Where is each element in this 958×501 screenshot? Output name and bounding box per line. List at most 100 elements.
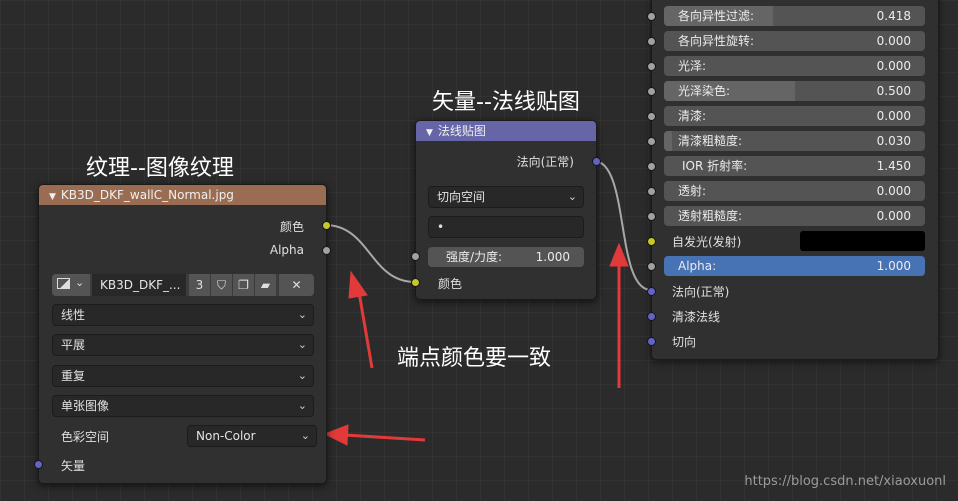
chevron-down-icon: ⌄ [297,308,307,321]
strength-value: 1.000 [535,250,570,264]
strength-label: 强度/力度: [446,250,503,264]
source-value: 单张图像 [61,399,110,413]
field-label: 各向异性旋转: [678,34,755,48]
space-dropdown[interactable]: 切向空间 ⌄ [428,186,584,208]
color-space-dropdown[interactable]: Non-Color ⌄ [187,425,317,447]
fake-user-shield-icon[interactable]: ⛉ [210,274,232,296]
alpha-label: Alpha: [678,259,717,273]
normal-map-node[interactable]: ▼ 法线贴图 法向(正常) 切向空间 ⌄ • 强度/力度: 1.000 颜色 [411,120,601,300]
normal-map-caption: 矢量--法线贴图 [432,90,580,115]
field-label: 透射粗糙度: [678,209,743,223]
color-space-label: 色彩空间 [61,430,110,444]
uv-map-value: • [437,220,445,234]
bsdf-value-field[interactable]: 各向异性旋转: 0.000 [664,31,925,51]
alpha-field[interactable]: Alpha: 1.000 [664,256,925,276]
input-socket[interactable] [647,12,656,21]
projection-value: 平展 [61,338,86,352]
interpolation-value: 线性 [61,308,86,322]
source-dropdown[interactable]: 单张图像 ⌄ [52,395,314,417]
normal-map-node-header[interactable]: ▼ 法线贴图 [416,121,596,141]
input-alpha-socket[interactable] [647,262,656,271]
field-label: 清漆: [678,109,707,123]
field-value: 0.000 [876,209,911,223]
principled-bsdf-node[interactable]: 各向异性过滤: 0.418 各向异性旋转: 0.000 光泽: 0.000 光泽染色: 0.5… [647,0,939,360]
input-socket[interactable] [647,112,656,121]
image-texture-node[interactable]: ▼ KB3D_DKF_wallC_Normal.jpg 颜色 Alpha ⌄ KB… [34,184,331,484]
chevron-down-icon: ⌄ [75,276,85,289]
projection-dropdown[interactable]: 平展 ⌄ [52,334,314,356]
bsdf-value-field[interactable]: 透射: 0.000 [664,181,925,201]
input-color-socket[interactable] [411,278,420,287]
space-value: 切向空间 [437,190,486,204]
input-socket[interactable] [647,187,656,196]
bsdf-value-field[interactable]: 光泽: 0.000 [664,56,925,76]
normal-map-title: 法线贴图 [437,124,486,138]
input-socket[interactable] [647,212,656,221]
chevron-down-icon: ⌄ [297,369,307,382]
input-vector-socket[interactable] [34,460,43,469]
input-normal-socket[interactable] [647,287,656,296]
collapse-arrow-icon[interactable]: ▼ [49,192,56,202]
unlink-close-icon[interactable]: ✕ [278,274,314,296]
input-socket[interactable] [647,37,656,46]
input-vector-label: 矢量 [61,459,86,473]
chevron-down-icon: ⌄ [297,399,307,412]
chevron-down-icon: ⌄ [567,190,577,203]
image-browse-button[interactable]: ⌄ [52,274,90,296]
user-count[interactable]: 3 [188,274,210,296]
bsdf-value-field[interactable]: 清漆: 0.000 [664,106,925,126]
emission-color-swatch[interactable] [800,231,925,251]
uv-map-field[interactable]: • [428,216,584,238]
field-value: 0.030 [876,134,911,148]
bsdf-value-field[interactable]: 清漆粗糙度: 0.030 [664,131,925,151]
image-texture-node-header[interactable]: ▼ KB3D_DKF_wallC_Normal.jpg [39,185,326,205]
field-label: IOR 折射率: [682,159,748,173]
input-strength-socket[interactable] [411,252,420,261]
folder-open-icon[interactable]: ▰ [254,274,276,296]
normal-input-label: 法向(正常) [672,285,730,299]
input-clearcoat-normal-socket[interactable] [647,312,656,321]
input-socket[interactable] [647,162,656,171]
clearcoat-normal-label: 清漆法线 [672,310,721,324]
arrow-pointing-to-color-space [323,424,426,446]
field-value: 0.418 [876,9,911,23]
input-socket[interactable] [647,87,656,96]
endpoint-color-note: 端点颜色要一致 [397,346,552,371]
extension-dropdown[interactable]: 重复 ⌄ [52,365,314,387]
image-icon [57,278,70,289]
input-tangent-socket[interactable] [647,337,656,346]
value-fill-bar [664,131,672,151]
duplicate-icon[interactable]: ❐ [232,274,254,296]
bsdf-value-field[interactable]: IOR 折射率: 1.450 [664,156,925,176]
input-socket[interactable] [647,62,656,71]
output-color-socket[interactable] [322,221,331,230]
image-texture-caption: 纹理--图像纹理 [86,156,234,181]
output-normal-label: 法向(正常) [516,155,574,169]
extension-value: 重复 [61,369,86,383]
output-alpha-socket[interactable] [322,246,331,255]
color-space-value: Non-Color [196,429,256,443]
field-label: 清漆粗糙度: [678,134,743,148]
image-selector-row: ⌄ KB3D_DKF_... 3 ⛉ ❐ ▰ ✕ [52,274,314,296]
field-label: 光泽染色: [678,84,731,98]
tangent-label: 切向 [672,335,697,349]
field-label: 透射: [678,184,707,198]
output-normal-socket[interactable] [592,157,601,166]
arrow-pointing-to-link-right [609,242,629,388]
field-label: 光泽: [678,59,707,73]
field-value: 0.500 [876,84,911,98]
collapse-arrow-icon[interactable]: ▼ [426,128,433,138]
interpolation-dropdown[interactable]: 线性 ⌄ [52,304,314,326]
input-color-label: 颜色 [438,277,463,291]
bsdf-value-field[interactable]: 光泽染色: 0.500 [664,81,925,101]
strength-field[interactable]: 强度/力度: 1.000 [428,247,584,267]
bsdf-value-field[interactable]: 透射粗糙度: 0.000 [664,206,925,226]
alpha-value: 1.000 [876,259,911,273]
output-alpha-label: Alpha [269,243,304,257]
image-name-field[interactable]: KB3D_DKF_... [92,274,186,296]
field-value: 0.000 [876,59,911,73]
chevron-down-icon: ⌄ [300,429,310,442]
input-emission-socket[interactable] [647,237,656,246]
input-socket[interactable] [647,137,656,146]
bsdf-value-field[interactable]: 各向异性过滤: 0.418 [664,6,925,26]
